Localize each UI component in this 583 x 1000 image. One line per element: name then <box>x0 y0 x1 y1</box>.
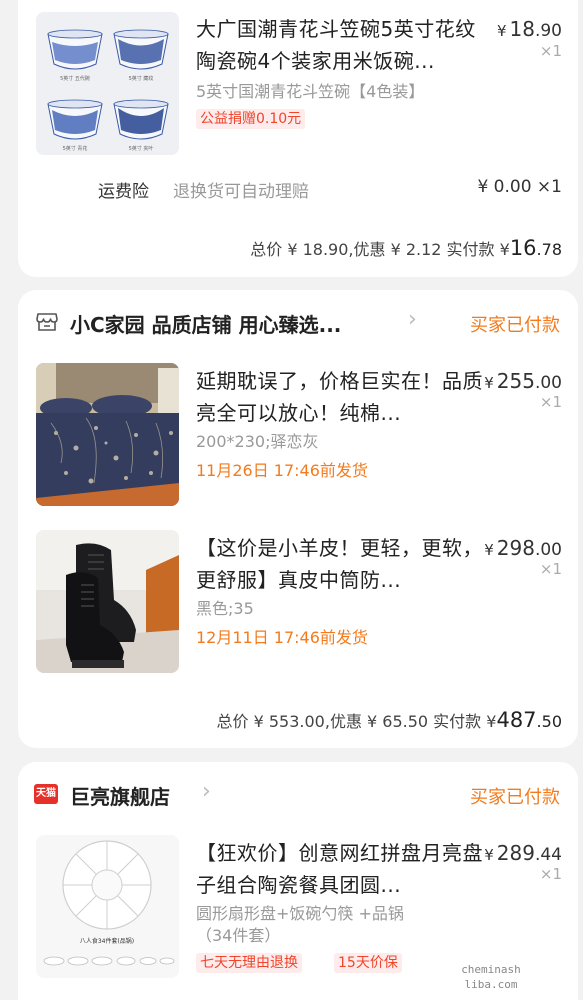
product-quantity: ×1 <box>539 42 562 60</box>
product-title[interactable]: 延期耽误了，价格巨实在！品质亮全可以放心！纯棉... <box>196 365 486 429</box>
product-sku: 5英寸国潮青花斗笠碗【4色装】 <box>196 82 425 101</box>
product-image-bedding[interactable] <box>36 363 179 506</box>
thumbnail-caption: 八人食34件套(品锅) <box>80 937 134 945</box>
product-price: ¥18.90 <box>496 17 562 41</box>
charity-tag: 公益捐赠0.10元 <box>196 109 306 129</box>
bowl-label: 5英寸 夹叶 <box>129 145 154 152</box>
return-policy-tag: 七天无理由退换 <box>196 953 302 973</box>
bowl-label: 5英寸 藏纹 <box>129 75 154 82</box>
product-sku: 200*230;驿恋灰 <box>196 432 319 451</box>
product-quantity: ×1 <box>539 560 562 578</box>
product-title[interactable]: 大广国潮青花斗笠碗5英寸花纹陶瓷碗4个装家用米饭碗... <box>196 13 486 77</box>
chevron-right-icon: › <box>408 307 417 332</box>
ship-deadline: 12月11日 17:46前发货 <box>196 628 368 647</box>
bowl-label: 5英寸 青花 <box>63 145 88 152</box>
store-name[interactable]: 小C家园 品质店铺 用心臻选... <box>70 309 341 338</box>
bowl-label: 5英寸 五代碗 <box>60 75 90 82</box>
shop-icon <box>36 313 58 331</box>
watermark: cheminash liba.com <box>461 963 521 991</box>
ship-deadline: 11月26日 17:46前发货 <box>196 461 368 480</box>
freight-insurance-label: 运费险 <box>98 182 149 202</box>
store-header[interactable]: 小C家园 品质店铺 用心臻选... › 买家已付款 <box>18 302 578 342</box>
freight-insurance-desc: 退换货可自动理赔 <box>173 182 309 202</box>
product-title[interactable]: 【狂欢价】创意网红拼盘月亮盘子组合陶瓷餐具团圆... <box>196 837 486 901</box>
order-card-1: 5英寸 五代碗 5英寸 藏纹 5英寸 青花 5英寸 夹叶 大广国潮青花斗笠碗5英… <box>18 0 578 277</box>
product-price: ¥289.44 <box>484 841 562 865</box>
order-total: 总价 ¥ 18.90,优惠 ¥ 2.12 实付款 ¥16.78 <box>250 236 562 260</box>
product-quantity: ×1 <box>539 393 562 411</box>
store-header[interactable]: 天猫 巨亮旗舰店 › 买家已付款 <box>18 772 578 812</box>
chevron-right-icon: › <box>202 779 211 804</box>
product-sku: 黑色;35 <box>196 599 254 618</box>
product-image-bowls[interactable]: 5英寸 五代碗 5英寸 藏纹 5英寸 青花 5英寸 夹叶 <box>36 12 179 155</box>
product-quantity: ×1 <box>539 865 562 883</box>
product-title[interactable]: 【这价是小羊皮！更轻，更软，更舒服】真皮中筒防... <box>196 532 486 596</box>
store-name[interactable]: 巨亮旗舰店 <box>70 781 170 810</box>
order-total: 总价 ¥ 553.00,优惠 ¥ 65.50 实付款 ¥487.50 <box>216 708 562 732</box>
product-image-tableware[interactable]: 八人食34件套(品锅) <box>36 835 179 978</box>
order-status: 买家已付款 <box>470 787 560 808</box>
product-price: ¥255.00 <box>484 369 562 393</box>
order-status: 买家已付款 <box>470 315 560 336</box>
tmall-badge-icon: 天猫 <box>34 784 58 804</box>
product-sku: 圆形扇形盘+饭碗勺筷 +品锅（34件套） <box>196 904 404 945</box>
order-card-2: 小C家园 品质店铺 用心臻选... › 买家已付款 延期耽误了，价格巨实在！品质… <box>18 290 578 748</box>
product-image-boots[interactable] <box>36 530 179 673</box>
product-price: ¥298.00 <box>484 536 562 560</box>
price-protection-tag: 15天价保 <box>334 953 402 973</box>
freight-insurance-price: ¥ 0.00 ×1 <box>477 177 562 197</box>
